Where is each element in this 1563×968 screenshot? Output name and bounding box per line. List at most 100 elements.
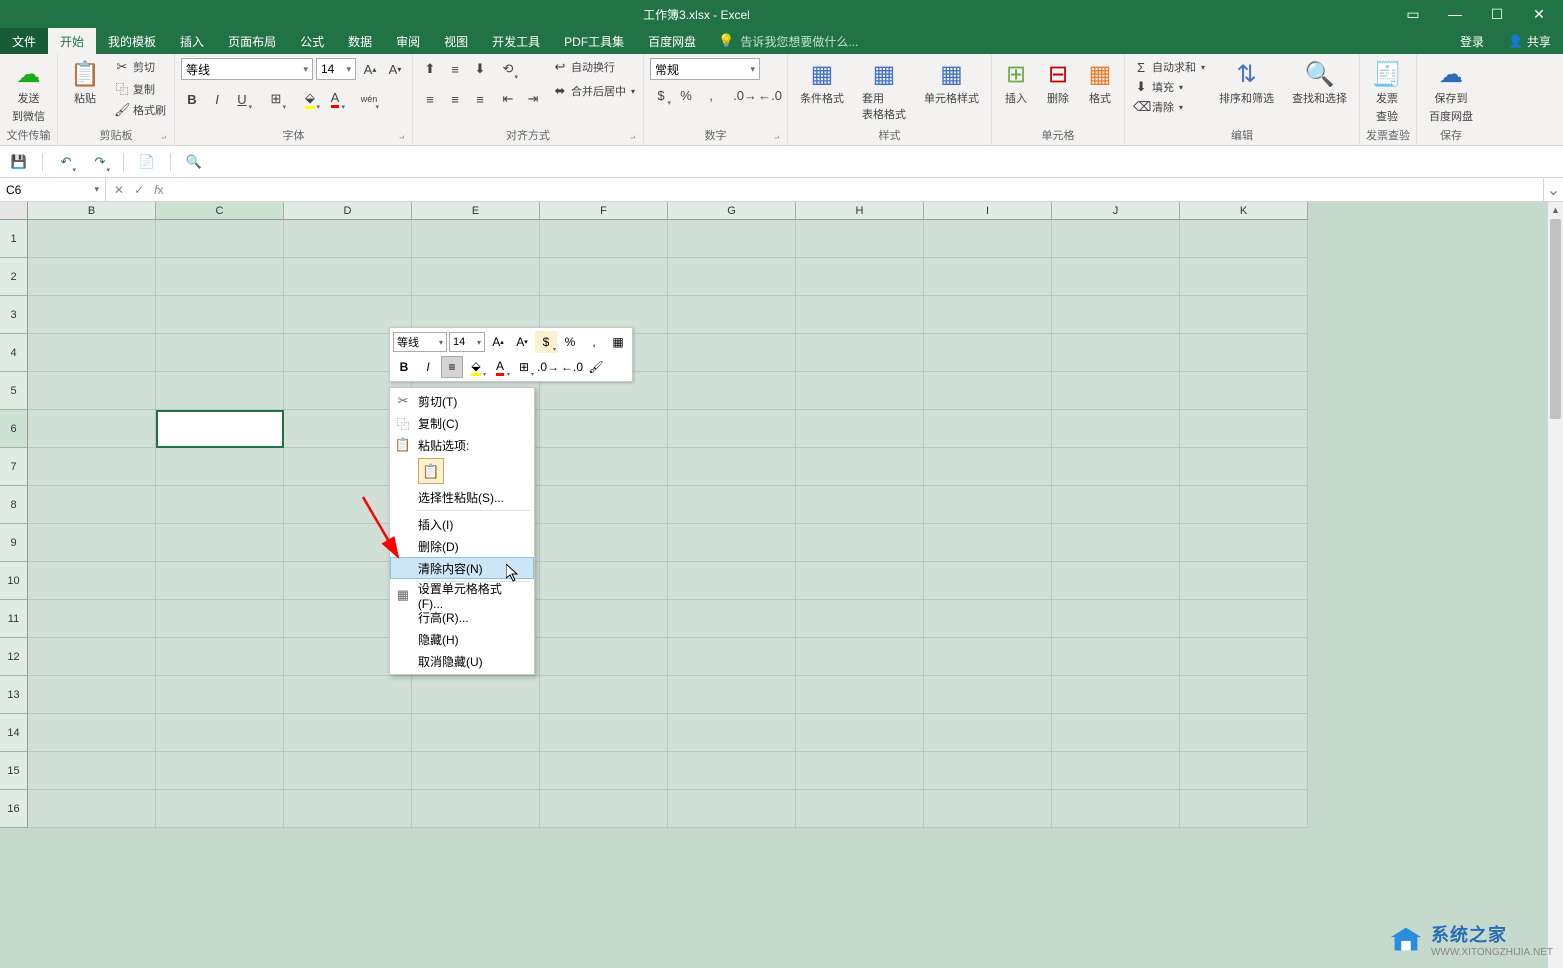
cell[interactable]	[540, 448, 668, 486]
cell[interactable]	[540, 486, 668, 524]
underline-icon[interactable]: U	[231, 88, 253, 110]
mini-cond-format-icon[interactable]: ▦	[607, 331, 629, 353]
cell[interactable]	[156, 790, 284, 828]
cell[interactable]	[796, 296, 924, 334]
cell[interactable]	[1180, 334, 1308, 372]
mini-align-center-icon[interactable]: ≡	[441, 356, 463, 378]
cell[interactable]	[28, 638, 156, 676]
cell[interactable]	[796, 410, 924, 448]
ribbon-display-options-icon[interactable]: ▭	[1393, 2, 1433, 26]
login-button[interactable]: 登录	[1448, 28, 1496, 54]
mini-italic-icon[interactable]: I	[417, 356, 439, 378]
cell[interactable]	[924, 448, 1052, 486]
cell[interactable]	[668, 790, 796, 828]
cell[interactable]	[156, 296, 284, 334]
cell[interactable]	[1180, 410, 1308, 448]
cell[interactable]	[1052, 448, 1180, 486]
ctx-hide[interactable]: 隐藏(H)	[390, 628, 534, 650]
cell[interactable]	[668, 524, 796, 562]
ctx-copy[interactable]: ⿻复制(C)	[390, 412, 534, 434]
cell[interactable]	[28, 296, 156, 334]
wrap-text-button[interactable]: ↩自动换行	[550, 58, 637, 76]
mini-size-combo[interactable]: 14▾	[449, 332, 485, 352]
row-header[interactable]: 5	[0, 372, 28, 410]
cell[interactable]	[1052, 638, 1180, 676]
cell[interactable]	[28, 600, 156, 638]
cell[interactable]	[540, 790, 668, 828]
cell[interactable]	[1180, 562, 1308, 600]
increase-indent-icon[interactable]: ⇥	[522, 88, 544, 110]
cell[interactable]	[796, 562, 924, 600]
tab-file[interactable]: 文件	[0, 28, 48, 54]
cell[interactable]	[924, 600, 1052, 638]
cell[interactable]	[1180, 752, 1308, 790]
cell[interactable]	[1052, 258, 1180, 296]
column-header[interactable]: E	[412, 202, 540, 220]
cell[interactable]	[156, 524, 284, 562]
mini-decrease-decimal-icon[interactable]: ←.0	[561, 356, 583, 378]
align-right-icon[interactable]: ≡	[469, 88, 491, 110]
column-header[interactable]: F	[540, 202, 668, 220]
cell[interactable]	[540, 524, 668, 562]
cell[interactable]	[796, 372, 924, 410]
mini-decrease-font-icon[interactable]: A▾	[511, 331, 533, 353]
comma-icon[interactable]: ,	[700, 84, 722, 106]
align-bottom-icon[interactable]: ⬇	[469, 58, 491, 80]
cell[interactable]	[1052, 296, 1180, 334]
format-cells-button[interactable]: ▦格式	[1082, 58, 1118, 108]
tab-page-layout[interactable]: 页面布局	[216, 28, 288, 54]
cell[interactable]	[1180, 524, 1308, 562]
decrease-indent-icon[interactable]: ⇤	[497, 88, 519, 110]
ctx-paste-special[interactable]: 选择性粘贴(S)...	[390, 486, 534, 508]
cell[interactable]	[796, 334, 924, 372]
cell[interactable]	[668, 562, 796, 600]
decrease-font-icon[interactable]: A▾	[384, 58, 406, 80]
ctx-delete[interactable]: 删除(D)	[390, 535, 534, 557]
cell[interactable]	[1180, 372, 1308, 410]
cell[interactable]	[284, 752, 412, 790]
cell[interactable]	[540, 220, 668, 258]
cell[interactable]	[924, 638, 1052, 676]
column-header[interactable]: D	[284, 202, 412, 220]
vertical-scrollbar[interactable]: ▲	[1547, 202, 1563, 968]
cell[interactable]	[156, 258, 284, 296]
tab-data[interactable]: 数据	[336, 28, 384, 54]
cell[interactable]	[156, 638, 284, 676]
cell[interactable]	[796, 752, 924, 790]
cell[interactable]	[924, 486, 1052, 524]
close-button[interactable]: ✕	[1519, 2, 1559, 26]
cut-button[interactable]: ✂剪切	[112, 58, 168, 76]
clear-button[interactable]: ⌫清除▾	[1131, 98, 1207, 116]
cell[interactable]	[1180, 296, 1308, 334]
row-header[interactable]: 1	[0, 220, 28, 258]
cell[interactable]	[28, 372, 156, 410]
cell[interactable]	[668, 486, 796, 524]
cell[interactable]	[1052, 676, 1180, 714]
cell[interactable]	[156, 752, 284, 790]
column-header[interactable]: J	[1052, 202, 1180, 220]
undo-icon[interactable]: ↶	[55, 151, 77, 173]
cell[interactable]	[1180, 486, 1308, 524]
row-header[interactable]: 6	[0, 410, 28, 448]
row-header[interactable]: 2	[0, 258, 28, 296]
cell[interactable]	[1052, 486, 1180, 524]
phonetic-icon[interactable]: wén	[358, 88, 380, 110]
cell[interactable]	[284, 676, 412, 714]
mini-comma-icon[interactable]: ,	[583, 331, 605, 353]
mini-font-combo[interactable]: 等线▾	[393, 332, 447, 352]
cell[interactable]	[1052, 752, 1180, 790]
cell[interactable]	[28, 790, 156, 828]
insert-cells-button[interactable]: ⊞插入	[998, 58, 1034, 108]
number-format-combo[interactable]: 常规▾	[650, 58, 760, 80]
cell[interactable]	[412, 790, 540, 828]
row-header[interactable]: 3	[0, 296, 28, 334]
maximize-button[interactable]: ☐	[1477, 2, 1517, 26]
cell[interactable]	[796, 790, 924, 828]
column-header[interactable]: K	[1180, 202, 1308, 220]
cell[interactable]	[1052, 372, 1180, 410]
cell[interactable]	[1180, 600, 1308, 638]
cell[interactable]	[1052, 410, 1180, 448]
cell[interactable]	[412, 752, 540, 790]
ctx-unhide[interactable]: 取消隐藏(U)	[390, 650, 534, 672]
tab-baidu-disk[interactable]: 百度网盘	[636, 28, 708, 54]
